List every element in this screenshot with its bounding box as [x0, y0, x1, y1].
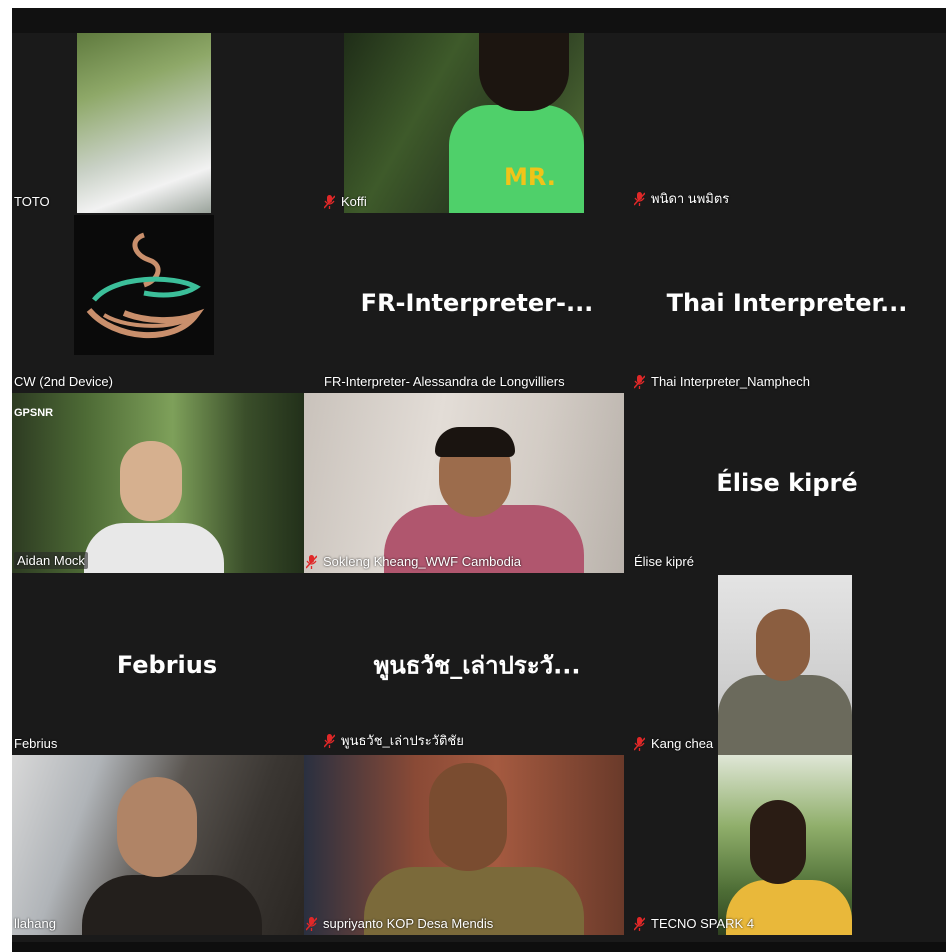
participant-tile-aidan-mock[interactable]: GPSNR Aidan Mock — [12, 393, 322, 573]
muted-mic-icon — [634, 916, 645, 931]
participant-name-label: TOTO — [14, 194, 50, 209]
person-head — [479, 33, 569, 111]
participant-name-label: Élise kipré — [634, 554, 694, 569]
person-head — [750, 800, 806, 884]
participant-name-label: Koffi — [324, 194, 367, 209]
participant-display-name: พูนธวัช_เล่าประวั... — [373, 651, 581, 680]
person-shirt — [82, 875, 262, 935]
participant-name-label: Aidan Mock — [14, 552, 88, 569]
hand-logo-icon — [86, 232, 205, 338]
participant-tile-febrius[interactable]: Febrius Febrius — [12, 575, 322, 755]
name-text: พูนธวัช_เล่าประวัติชัย — [341, 733, 464, 748]
participant-tile-supriyanto[interactable]: supriyanto KOP Desa Mendis — [304, 755, 624, 935]
person-head — [756, 609, 810, 681]
person-shirt — [718, 675, 852, 755]
name-text: Kang chea — [651, 736, 714, 751]
muted-mic-icon — [324, 733, 335, 748]
person-head — [117, 777, 197, 877]
meeting-gallery-view: TOTO MR. Koffi พนิดา นพมิตร CW (2nd Devi… — [12, 8, 946, 952]
name-text: Thai Interpreter_Namphech — [651, 374, 810, 389]
participant-name-label: Sokleng Kheang_WWF Cambodia — [306, 554, 521, 569]
participant-display-name: FR-Interpreter-... — [360, 289, 594, 317]
person-hair — [435, 427, 515, 457]
muted-mic-icon — [324, 194, 335, 209]
name-text: llahang — [14, 916, 56, 931]
participant-display-name: Thai Interpreter... — [666, 289, 908, 317]
participant-display-name: Élise kipré — [716, 469, 858, 497]
name-text: CW (2nd Device) — [14, 374, 113, 389]
muted-mic-icon — [306, 554, 317, 569]
participant-name-label: Kang chea — [634, 736, 713, 751]
participant-tile-fr-interpreter[interactable]: FR-Interpreter-... FR-Interpreter- Aless… — [322, 213, 632, 393]
participant-name-label: Thai Interpreter_Namphech — [634, 374, 810, 389]
video-feed-supriyanto — [304, 755, 624, 935]
participant-tile-panida[interactable]: พนิดา นพมิตร — [632, 33, 942, 213]
person-shirt — [84, 523, 224, 573]
person-shirt — [449, 105, 584, 213]
muted-mic-icon — [306, 916, 317, 931]
participant-name-label: FR-Interpreter- Alessandra de Longvillie… — [324, 374, 565, 389]
video-feed-toto — [77, 33, 211, 213]
profile-picture — [74, 215, 214, 355]
bottom-bar — [12, 942, 946, 952]
video-feed-kang-chea — [718, 575, 852, 755]
person-head — [429, 763, 507, 871]
video-feed-tecno-spark — [718, 755, 852, 935]
participant-name-label: TECNO SPARK 4 — [634, 916, 754, 931]
participant-tile-cw[interactable]: CW (2nd Device) — [12, 213, 322, 393]
participant-name-label: llahang — [14, 916, 56, 931]
name-text: Élise kipré — [634, 554, 694, 569]
participant-tile-koffi[interactable]: MR. Koffi — [322, 33, 632, 213]
name-text: Koffi — [341, 194, 367, 209]
name-text: Aidan Mock — [17, 553, 85, 568]
name-text: Sokleng Kheang_WWF Cambodia — [323, 554, 521, 569]
participant-tile-kang-chea[interactable]: Kang chea — [632, 575, 942, 755]
video-feed-sokleng — [304, 393, 624, 573]
name-text: supriyanto KOP Desa Mendis — [323, 916, 494, 931]
participant-name-label: CW (2nd Device) — [14, 374, 113, 389]
shirt-print: MR. — [504, 163, 556, 191]
participant-tile-phunthawat[interactable]: พูนธวัช_เล่าประวั... พูนธวัช_เล่าประวัติ… — [322, 575, 632, 755]
muted-mic-icon — [634, 736, 645, 751]
muted-mic-icon — [634, 191, 645, 206]
name-text: TOTO — [14, 194, 50, 209]
video-feed-koffi: MR. — [344, 33, 584, 213]
name-text: TECNO SPARK 4 — [651, 916, 755, 931]
participant-tile-toto[interactable]: TOTO — [12, 33, 322, 213]
name-text: Febrius — [14, 736, 58, 751]
participant-tile-thai-interpreter[interactable]: Thai Interpreter... Thai Interpreter_Nam… — [632, 213, 942, 393]
participant-name-label: supriyanto KOP Desa Mendis — [306, 916, 493, 931]
participant-display-name: Febrius — [116, 651, 218, 679]
participant-name-label: พนิดา นพมิตร — [634, 188, 729, 209]
top-bar — [12, 8, 946, 33]
name-text: พนิดา นพมิตร — [651, 191, 730, 206]
name-text: FR-Interpreter- Alessandra de Longvillie… — [324, 374, 565, 389]
participant-name-label: พูนธวัช_เล่าประวัติชัย — [324, 730, 464, 751]
person-head — [120, 441, 182, 521]
stream-overlay-brand: GPSNR — [14, 407, 54, 419]
muted-mic-icon — [634, 374, 645, 389]
participant-tile-tecno-spark[interactable]: TECNO SPARK 4 — [632, 755, 942, 935]
video-feed-aidan-mock — [12, 393, 304, 573]
participant-tile-elise[interactable]: Élise kipré Élise kipré — [632, 393, 942, 573]
video-feed-llahang — [12, 755, 304, 935]
participant-tile-sokleng[interactable]: Sokleng Kheang_WWF Cambodia — [304, 393, 624, 573]
participant-tile-llahang[interactable]: llahang — [12, 755, 304, 935]
participant-name-label: Febrius — [14, 736, 57, 751]
